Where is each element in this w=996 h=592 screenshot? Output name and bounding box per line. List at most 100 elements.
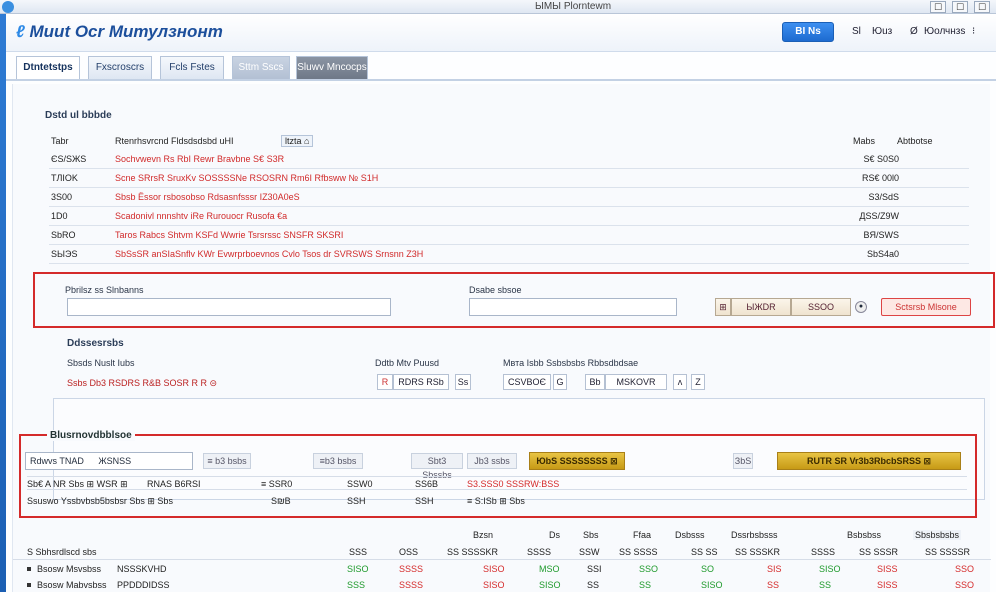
row-desc: Sochvwevn Rs RbI Rewr Bravbne S€ S3R [115, 154, 285, 164]
summary-header-6: Dssrbsbsss [731, 530, 778, 540]
tab-3[interactable]: Fcls Fstes [160, 56, 224, 80]
filter-input-2[interactable] [469, 298, 677, 316]
table-row[interactable]: 3S00 Sbsb Ёssor rsbosobso Rdsasnfsssr IZ… [49, 188, 969, 207]
maximize-button[interactable]: ☐ [952, 1, 968, 13]
summary-val: SSS [347, 580, 366, 590]
summary-val: SISS [877, 564, 898, 574]
segment-mid[interactable]: ЫЖDR [731, 298, 791, 316]
orders-row[interactable]: Ssuswo Yssbvbsb5bsbsr Sbs ⊞ Sbs S₪B SSH … [27, 494, 967, 508]
col-desc-badge[interactable]: ltzta ⌂ [281, 135, 314, 147]
close-button[interactable]: ☐ [974, 1, 990, 13]
filter-input-1[interactable] [67, 298, 391, 316]
subpanel-label-2: Ddtb Mtv Puusd [375, 358, 440, 368]
row-desc: SbSsSR anSIaSnflv KWr Evwrprboevnos Cvlo… [115, 249, 424, 259]
summary-row-label: Bsosw Mabvsbss [37, 580, 107, 590]
summary-sub-11: SS SSSSR [925, 547, 971, 557]
tab-underline [6, 79, 996, 81]
orders-row[interactable]: Sb€ A NR Sbs ⊞ WSR ⊞ RNAS B6RSI ≡ SSR0 S… [27, 476, 967, 490]
orders-gold-button-2[interactable]: RUTR SR Vr3b3RbcbSRSS ⊠ [777, 452, 961, 470]
row-id: SЫЭS [51, 249, 78, 259]
table-row[interactable]: SЫЭS SbSsSR anSIaSnflv KWr Evwrprboevnos… [49, 245, 969, 264]
small-box-g[interactable]: MSKOVR [605, 374, 667, 390]
summary-sub-7: SS SS [691, 547, 718, 557]
radio-icon[interactable]: ● [855, 301, 867, 313]
summary-header-7: Bsbsbss [847, 530, 882, 540]
small-box-c[interactable]: Ss [455, 374, 471, 390]
main-window: ℓ Мuut Ocr Митулзнонт ВІ Ns Sl Юuз Ø Юол… [6, 14, 996, 592]
filter-label-2: Dsabe sbsoe [469, 285, 522, 295]
tab-2[interactable]: Fxscroscrs [88, 56, 152, 80]
row-id: SbRO [51, 230, 76, 240]
header-primary-button[interactable]: ВІ Ns [782, 22, 834, 42]
orders-row-col-d: SSH [415, 496, 434, 506]
small-box-a[interactable]: R [377, 374, 393, 390]
orders-filter-3[interactable]: Sbt3 Sbssbs [411, 453, 463, 480]
orders-filter-2[interactable]: ≡b3 bsbs [313, 453, 363, 469]
table-row[interactable]: ЄS/SЖS Sochvwevn Rs RbI Rewr Bravbne S€ … [49, 150, 969, 169]
app-icon [2, 1, 14, 13]
orders-filter-1[interactable]: ≡ b3 bsbs [203, 453, 251, 469]
orders-row-col-b: RNAS B6RSI [147, 479, 201, 489]
filter-label-1: Pbrilsz ss Slnbanns [65, 285, 144, 295]
summary-val: SSSS [399, 564, 424, 574]
app-header: ℓ Мuut Ocr Митулзнонт ВІ Ns Sl Юuз Ø Юол… [6, 14, 996, 52]
content-panel: Dstd ul bbbde Tabr Rtenrhsvrcnd Fldsdsds… [12, 84, 995, 592]
bullet-icon [27, 567, 31, 571]
tab-4[interactable]: Sttm Sscs [232, 56, 290, 80]
header-link-1[interactable]: Sl [852, 26, 861, 37]
tab-5[interactable]: Sluwv Mncocps [296, 56, 368, 80]
row-amount: RS€ 00l0 [861, 173, 899, 183]
table-row[interactable]: TЛIOK Scne SRrsR SruxKv SOSSSSNe RSOSRN … [49, 169, 969, 188]
app-logo[interactable]: ℓ Мuut Ocr Митулзнонт [16, 22, 223, 42]
header-link-3[interactable]: Ø [910, 26, 918, 37]
small-box-b[interactable]: RDRS RSb [393, 374, 449, 390]
summary-val: SS [587, 580, 600, 590]
summary-sub-5: SSW [579, 547, 600, 557]
minimize-button[interactable]: ☐ [930, 1, 946, 13]
segment-icon[interactable]: ⊞ [715, 298, 731, 316]
summary-row[interactable]: Bsosw Msvsbss NSSSKVHD SISO SSSS SISO MS… [13, 562, 991, 576]
summary-header-8: Sbsbsbsbs [913, 530, 962, 540]
table-row[interactable]: 1D0 Scadonivl nnnshtv iRe Rurouocr Rusof… [49, 207, 969, 226]
row-amount: S€ S0S0 [863, 154, 899, 164]
summary-row[interactable]: Bsosw Mabvsbss PPDDDIDSS SSS SSSS SISO S… [13, 578, 991, 592]
header-more-icon[interactable]: ⁝ [972, 26, 975, 37]
summary-header-3: Sbs [583, 530, 599, 540]
orders-filter-5[interactable]: ЗbS [733, 453, 753, 469]
summary-header-5: Dsbsss [675, 530, 705, 540]
header-link-4[interactable]: Юолчнзs [924, 26, 965, 37]
row-desc: Scne SRrsR SruxKv SOSSSSNe RSOSRN Rm6I R… [115, 173, 379, 183]
small-box-i[interactable]: Z [691, 374, 705, 390]
subpanel-label-3: Мвта Isbb Ssbsbsbs Rbbsdbdsae [503, 358, 639, 368]
header-link-2[interactable]: Юuз [872, 26, 892, 37]
small-box-f[interactable]: Bb [585, 374, 605, 390]
filter-action-button[interactable]: Sctsrsb Mlsone [881, 298, 971, 316]
row-id: TЛIOK [51, 173, 78, 183]
orders-filter-4[interactable]: Jb3 ssbs [467, 453, 517, 469]
summary-val: SSO [955, 580, 975, 590]
row-id: ЄS/SЖS [51, 154, 87, 164]
row-id: 1D0 [51, 211, 68, 221]
small-box-d[interactable]: CSVBOЄ [503, 374, 551, 390]
summary-val: SIS [767, 564, 782, 574]
summary-val: SSO [955, 564, 975, 574]
tab-1[interactable]: Dtntetstps [16, 56, 80, 80]
summary-sub-10: SS SSSR [859, 547, 899, 557]
small-box-e[interactable]: G [553, 374, 567, 390]
window-titlebar: ЫМЫ Рlorntewm ☐ ☐ ☐ [0, 0, 996, 14]
orders-input[interactable]: Rdwvs TNAD ЖSNSS [25, 452, 193, 470]
summary-val: SSO [639, 564, 659, 574]
summary-val: SS [767, 580, 780, 590]
summary-sub-6: SS SSSS [619, 547, 658, 557]
orders-input-value: ЖSNSS [98, 456, 132, 466]
orders-gold-button-1[interactable]: ЮbS SSSSSSSS ⊠ [529, 452, 625, 470]
summary-val: SO [701, 564, 715, 574]
table-row[interactable]: SbRO Taros Rabcs Shtvm KSFd Wwrie Tsrsrs… [49, 226, 969, 245]
summary-header-2: Ds [549, 530, 560, 540]
small-box-h[interactable]: ʌ [673, 374, 687, 390]
summary-val: SSI [587, 564, 602, 574]
summary-header-4: Ffaa [633, 530, 652, 540]
summary-subheader-row: S Sbhsrdlscd sbs SSS OSS SS SSSSKR SSSS … [13, 544, 991, 560]
segment-right[interactable]: SSOO [791, 298, 851, 316]
summary-val: SISO [483, 564, 505, 574]
